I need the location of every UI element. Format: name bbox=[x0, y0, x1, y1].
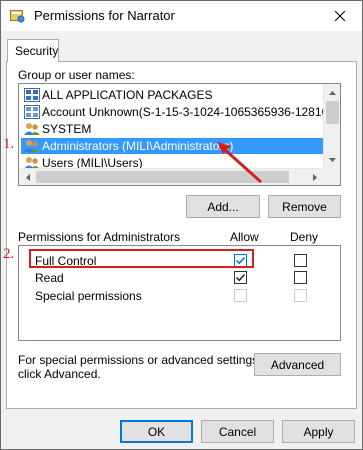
annotation-arrow-icon bbox=[217, 142, 263, 184]
chevron-down-icon bbox=[329, 157, 336, 162]
vertical-scroll-thumb[interactable] bbox=[326, 101, 339, 124]
scroll-down-arrow[interactable] bbox=[324, 151, 340, 168]
scroll-right-arrow[interactable] bbox=[306, 169, 323, 185]
list-item-label: Account Unknown(S-1-15-3-1024-1065365936… bbox=[42, 105, 323, 119]
allow-column-header: Allow bbox=[230, 230, 259, 244]
list-item-selected[interactable]: Administrators (MILI\Administrators) bbox=[21, 138, 323, 154]
scroll-corner bbox=[323, 168, 340, 185]
list-item-label: ALL APPLICATION PACKAGES bbox=[42, 88, 213, 102]
users-group-icon bbox=[24, 139, 40, 153]
annotation-highlight-box bbox=[29, 249, 254, 268]
list-item[interactable]: Account Unknown(S-1-15-3-1024-1065365936… bbox=[21, 104, 323, 120]
add-button[interactable]: Add... bbox=[186, 195, 260, 218]
close-icon bbox=[335, 11, 345, 21]
advanced-note-line1: For special permissions or advanced sett… bbox=[18, 353, 262, 367]
ok-button[interactable]: OK bbox=[120, 420, 193, 443]
group-list-label: Group or user names: bbox=[18, 68, 135, 82]
permissions-title: Permissions for Administrators bbox=[18, 230, 181, 244]
tab-security[interactable]: Security bbox=[7, 39, 59, 62]
list-item-label: Administrators (MILI\Administrators) bbox=[42, 139, 234, 153]
group-user-listbox[interactable]: ALL APPLICATION PACKAGES Account Unknown… bbox=[18, 83, 341, 186]
scroll-left-arrow[interactable] bbox=[19, 169, 36, 185]
permission-label-special: Special permissions bbox=[35, 289, 142, 303]
security-shield-icon bbox=[10, 9, 25, 23]
unknown-account-icon bbox=[24, 105, 40, 119]
permission-label-read: Read bbox=[35, 271, 64, 285]
permissions-dialog: Permissions for Narrator Security Group … bbox=[0, 0, 363, 450]
users-group-icon bbox=[24, 122, 40, 136]
remove-button[interactable]: Remove bbox=[268, 195, 341, 218]
list-item[interactable]: SYSTEM bbox=[21, 121, 323, 137]
advanced-button[interactable]: Advanced bbox=[254, 353, 341, 376]
apply-button[interactable]: Apply bbox=[282, 420, 355, 443]
read-deny-checkbox[interactable] bbox=[294, 271, 307, 284]
list-item[interactable]: ALL APPLICATION PACKAGES bbox=[21, 87, 323, 103]
cancel-button[interactable]: Cancel bbox=[201, 420, 274, 443]
chevron-up-icon bbox=[329, 90, 336, 95]
horizontal-scrollbar[interactable] bbox=[19, 168, 340, 185]
special-allow-checkbox bbox=[234, 289, 247, 302]
list-item-label: SYSTEM bbox=[42, 122, 92, 136]
special-deny-checkbox bbox=[294, 289, 307, 302]
window-title: Permissions for Narrator bbox=[34, 8, 175, 23]
checkmark-icon bbox=[235, 273, 246, 282]
annotation-number-2: 2. bbox=[3, 246, 15, 262]
chevron-right-icon bbox=[312, 174, 317, 181]
title-bar[interactable]: Permissions for Narrator bbox=[1, 1, 362, 31]
app-packages-icon bbox=[24, 88, 40, 102]
scroll-up-arrow[interactable] bbox=[324, 84, 340, 101]
advanced-note-line2: click Advanced. bbox=[18, 367, 101, 381]
deny-column-header: Deny bbox=[290, 230, 319, 244]
full-control-deny-checkbox[interactable] bbox=[294, 254, 307, 267]
chevron-left-icon bbox=[25, 174, 30, 181]
annotation-number-1: 1. bbox=[3, 136, 15, 152]
vertical-scrollbar[interactable] bbox=[323, 84, 340, 168]
close-button[interactable] bbox=[318, 1, 362, 31]
read-allow-checkbox[interactable] bbox=[234, 271, 247, 284]
